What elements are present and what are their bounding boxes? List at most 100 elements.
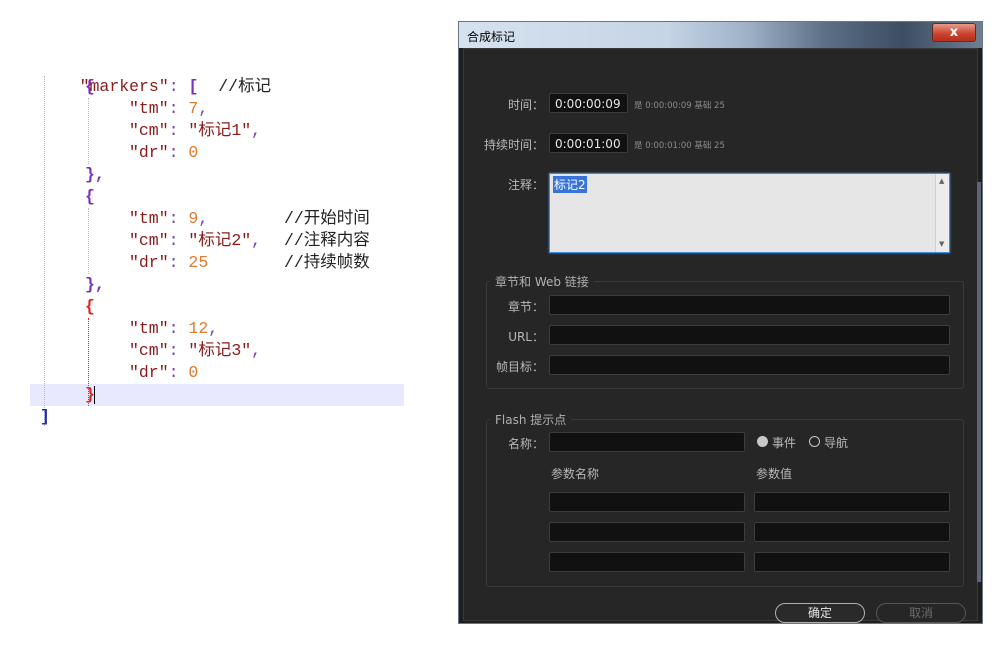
dialog-title: 合成标记 [467,30,516,44]
duration-label: 持续时间： [483,138,544,152]
ok-button[interactable]: 确定 [775,603,865,623]
param-value-input-3[interactable] [754,552,950,572]
radio-navigation-label: 导航 [824,436,849,450]
json-key: "dr" [129,363,169,382]
duration-input[interactable]: 0:00:01:00 [549,133,628,153]
json-key: "tm" [129,319,169,338]
chapter-label: 章节： [507,300,544,314]
json-comma: , [208,319,219,338]
code-comment: //注释内容 [284,231,370,250]
code-line: ] [40,406,50,428]
chapter-input[interactable] [549,295,950,315]
json-value: 12 [188,319,209,338]
json-colon: : [168,77,189,96]
duration-value: 0:00:01:00 [555,137,621,151]
json-comma: , [251,231,262,250]
json-colon: : [168,121,189,140]
scroll-down-icon[interactable]: ▼ [939,240,944,248]
code-line: }, [85,274,105,296]
json-key: "tm" [129,209,169,228]
code-line: "cm": "标记1", [129,120,261,142]
json-colon: : [168,231,189,250]
json-key: "cm" [129,121,169,140]
param-name-input-2[interactable] [549,522,745,542]
time-value: 0:00:00:09 [555,97,621,111]
json-comma: , [251,341,262,360]
param-value-input-2[interactable] [754,522,950,542]
code-line: "cm": "标记2", [129,230,261,252]
json-colon: : [168,99,189,118]
url-label: URL： [508,330,544,344]
json-brace: }, [85,165,105,184]
json-comma: , [198,99,209,118]
cue-name-label: 名称： [507,437,544,451]
title-bar[interactable]: 合成标记 x [459,22,982,48]
code-line: "tm": 12, [129,318,218,340]
param-name-header: 参数名称 [551,467,600,481]
param-name-input-1[interactable] [549,492,745,512]
window-edge-strip [977,182,981,582]
time-label: 时间： [507,98,544,112]
param-name-input-3[interactable] [549,552,745,572]
json-bracket: ] [40,407,50,426]
code-line: "markers": [ //标记 [40,54,271,96]
radio-event[interactable] [757,436,768,447]
indent-guide [44,76,45,426]
code-line: "tm": 9, [129,208,208,230]
chapter-web-group-title: 章节和 Web 链接 [490,273,594,290]
code-line: "tm": 7, [129,98,208,120]
flash-cue-group-title: Flash 提示点 [490,411,572,428]
cue-name-input[interactable] [549,432,745,452]
json-brace: }, [85,275,105,294]
json-colon: : [168,209,189,228]
code-line: "dr": 0 [129,362,198,384]
radio-event-label: 事件 [772,436,797,450]
json-bracket: [ [188,77,199,96]
param-value-input-1[interactable] [754,492,950,512]
comment-textarea[interactable]: 标记2 ▲ ▼ [549,173,950,253]
json-key: "tm" [129,99,169,118]
json-value: "标记2" [188,231,252,250]
json-brace-matched: { [85,297,95,316]
param-value-header: 参数值 [756,467,793,481]
code-editor[interactable]: "markers": [ //标记 { "tm": 7, "cm": "标记1"… [30,54,404,434]
scroll-up-icon[interactable]: ▲ [939,177,944,185]
json-key: "dr" [129,253,169,272]
code-line: { [85,76,95,98]
json-comma: , [251,121,262,140]
json-colon: : [168,319,189,338]
json-value: 0 [188,363,199,382]
duration-hint: 是 0:00:01:00 基础 25 [634,141,725,151]
time-hint: 是 0:00:00:09 基础 25 [634,101,725,111]
json-value: "标记3" [188,341,252,360]
code-line: }, [85,164,105,186]
composition-marker-dialog: 合成标记 x 时间： 0:00:00:09 是 0:00:00:09 基础 25… [458,21,983,624]
time-input[interactable]: 0:00:00:09 [549,93,628,113]
json-colon: : [168,341,189,360]
comment-label: 注释： [507,178,544,192]
indent-guide [88,208,89,274]
json-comma: , [198,209,209,228]
json-key: "dr" [129,143,169,162]
code-line: "cm": "标记3", [129,340,261,362]
code-comment: //持续帧数 [284,253,370,272]
code-line: { [85,296,95,318]
code-line: { [85,186,95,208]
json-key: "cm" [129,231,169,250]
close-button[interactable]: x [932,23,976,42]
code-line: "dr": 0 [129,142,198,164]
radio-navigation[interactable] [809,436,820,447]
cancel-button[interactable]: 取消 [876,603,966,623]
dialog-body: 时间： 0:00:00:09 是 0:00:00:09 基础 25 持续时间： … [463,48,978,623]
json-brace: { [85,77,95,96]
json-colon: : [168,363,189,382]
text-caret [94,386,95,404]
frame-target-input[interactable] [549,355,950,375]
frame-target-label: 帧目标： [495,360,544,374]
code-line: "dr": 25 [129,252,208,274]
json-value: 9 [188,209,199,228]
comment-selected-text: 标记2 [553,176,587,193]
url-input[interactable] [549,325,950,345]
comment-scrollbar[interactable]: ▲ ▼ [935,174,949,252]
json-brace: { [85,187,95,206]
